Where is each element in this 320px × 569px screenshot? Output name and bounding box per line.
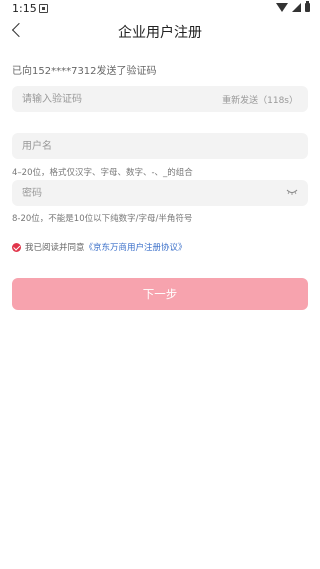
verification-code-input[interactable] bbox=[22, 86, 222, 112]
username-field[interactable] bbox=[12, 133, 308, 159]
wifi-icon bbox=[276, 3, 288, 12]
agreement-row[interactable]: 我已阅读并同意 《京东万商用户注册协议》 bbox=[12, 241, 187, 253]
password-input[interactable] bbox=[22, 180, 222, 206]
status-time: 1:15 bbox=[12, 2, 37, 15]
resend-code-button[interactable]: 重新发送（118s） bbox=[222, 93, 298, 106]
eye-closed-icon[interactable] bbox=[286, 189, 298, 195]
code-sent-hint: 已向152****7312发送了验证码 bbox=[12, 66, 157, 77]
nav-bar: 企业用户注册 bbox=[0, 18, 320, 48]
agreement-link[interactable]: 《京东万商用户注册协议》 bbox=[85, 241, 187, 253]
next-button[interactable]: 下一步 bbox=[12, 278, 308, 310]
username-hint: 4–20位，格式仅汉字、字母、数字、-、_的组合 bbox=[12, 168, 193, 178]
status-bar: 1:15 bbox=[0, 0, 320, 18]
signal-icon bbox=[292, 3, 301, 12]
checked-icon[interactable] bbox=[12, 242, 21, 252]
password-field[interactable] bbox=[12, 180, 308, 206]
password-hint: 8-20位，不能是10位以下纯数字/字母/半角符号 bbox=[12, 214, 193, 224]
agreement-prefix: 我已阅读并同意 bbox=[25, 243, 85, 253]
verification-code-field[interactable]: 重新发送（118s） bbox=[12, 86, 308, 112]
system-icons bbox=[276, 1, 310, 12]
username-input[interactable] bbox=[22, 133, 222, 159]
page-title: 企业用户注册 bbox=[118, 25, 202, 41]
notification-icon bbox=[39, 4, 48, 13]
battery-icon bbox=[305, 1, 310, 12]
